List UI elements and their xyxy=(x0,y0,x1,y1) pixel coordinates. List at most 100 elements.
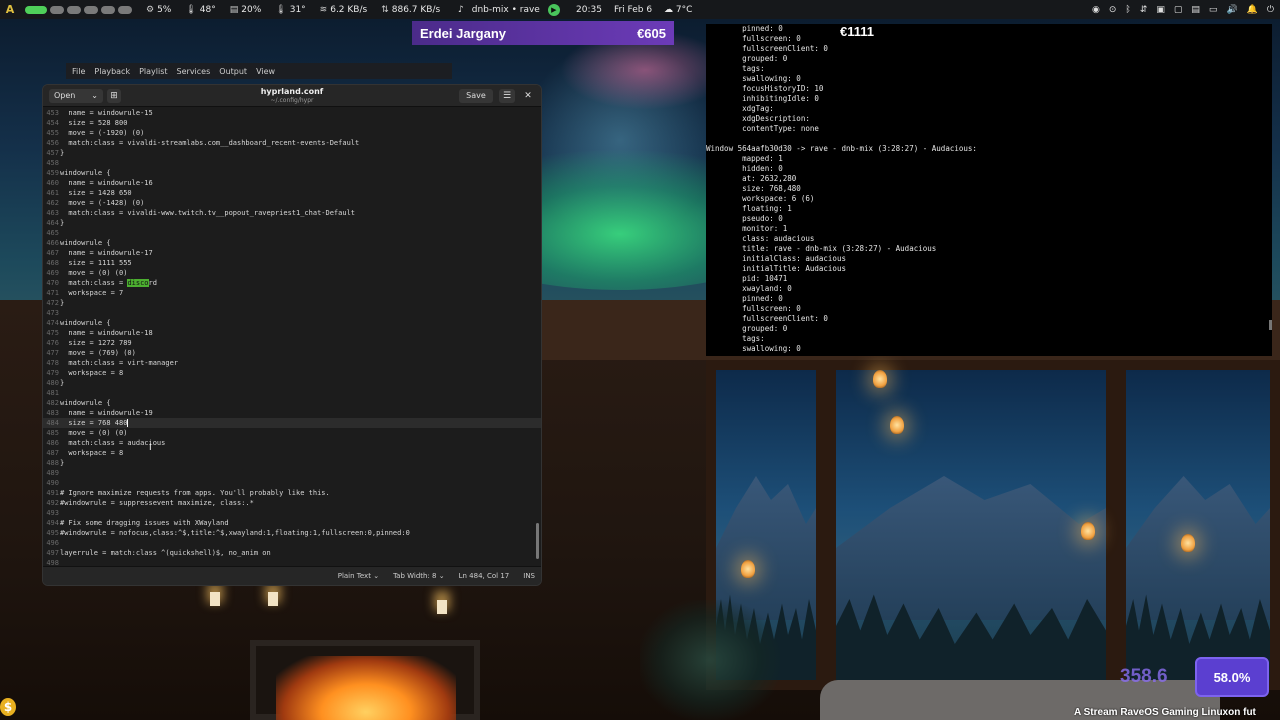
line-text-part: name = windowrule-17 xyxy=(60,249,153,257)
terminal-output: pinned: 0 fullscreen: 0 fullscreenClient… xyxy=(706,24,1272,354)
code-line[interactable]: 487 workspace = 8 xyxy=(43,448,541,458)
tray-steam-icon[interactable]: ⊙ xyxy=(1109,5,1117,15)
code-line[interactable]: 473 xyxy=(43,308,541,318)
line-number: 483 xyxy=(46,409,59,417)
code-line[interactable]: 498 xyxy=(43,558,541,566)
line-text: workspace = 8 xyxy=(59,368,123,378)
code-line[interactable]: 494 # Fix some dragging issues with XWayl… xyxy=(43,518,541,528)
tray-network-icon[interactable]: ⇵ xyxy=(1140,5,1148,15)
menu-output[interactable]: Output xyxy=(219,67,247,76)
code-line[interactable]: 470 match:class = discord xyxy=(43,278,541,288)
tray-display-icon[interactable]: ▭ xyxy=(1209,5,1218,15)
workspace-indicator[interactable] xyxy=(50,5,64,14)
editor-scrollbar[interactable] xyxy=(536,523,539,559)
code-line[interactable]: 495 #windowrule = nofocus,class:^$,title:… xyxy=(43,528,541,538)
line-text xyxy=(59,538,60,548)
syntax-selector[interactable]: Plain Text ⌄ xyxy=(338,572,379,580)
code-view[interactable]: 453 name = windowrule-15 454 size = 528 8… xyxy=(43,108,541,566)
code-line[interactable]: 491 # Ignore maximize requests from apps.… xyxy=(43,488,541,498)
code-line[interactable]: 463 match:class = vivaldi-www.twitch.tv_… xyxy=(43,208,541,218)
tray-volume-icon[interactable]: 🔊 xyxy=(1226,5,1237,15)
code-line[interactable]: 476 size = 1272 789 xyxy=(43,338,541,348)
code-line[interactable]: 469 move = (0) (0) xyxy=(43,268,541,278)
new-tab-button[interactable]: ⊞ xyxy=(107,88,121,103)
save-button[interactable]: Save xyxy=(459,89,493,103)
code-line[interactable]: 453 name = windowrule-15 xyxy=(43,108,541,118)
media-title[interactable]: dnb-mix • rave xyxy=(472,5,540,15)
terminal-window[interactable]: pinned: 0 fullscreen: 0 fullscreenClient… xyxy=(706,24,1272,356)
terminal-scrollbar[interactable] xyxy=(1269,320,1272,330)
close-button[interactable]: ✕ xyxy=(521,89,535,103)
code-line[interactable]: 485 move = (0) (0) xyxy=(43,428,541,438)
arch-logo-icon[interactable]: A xyxy=(3,3,17,17)
menu-services[interactable]: Services xyxy=(177,67,211,76)
code-line[interactable]: 481 xyxy=(43,388,541,398)
hamburger-menu-button[interactable]: ☰ xyxy=(499,89,515,103)
menu-playlist[interactable]: Playlist xyxy=(139,67,167,76)
line-text: } xyxy=(59,218,64,228)
tray-screenshot-icon[interactable]: ▢ xyxy=(1174,5,1183,15)
code-line[interactable]: 457} xyxy=(43,148,541,158)
clock-widget[interactable]: 20:35 Fri Feb 6 ☁ 7°C xyxy=(576,0,692,19)
code-line[interactable]: 456 match:class = vivaldi-streamlabs.com… xyxy=(43,138,541,148)
code-line[interactable]: 488} xyxy=(43,458,541,468)
workspace-indicator[interactable] xyxy=(118,5,132,14)
workspace-indicator-active[interactable] xyxy=(25,5,47,14)
code-line[interactable]: 482 windowrule { xyxy=(43,398,541,408)
wallpaper-lamp xyxy=(873,370,887,388)
open-button[interactable]: Open ⌄ xyxy=(49,88,103,103)
code-line[interactable]: 493 xyxy=(43,508,541,518)
code-line[interactable]: 468 size = 1111 555 xyxy=(43,258,541,268)
code-line[interactable]: 489 xyxy=(43,468,541,478)
code-line[interactable]: 465 xyxy=(43,228,541,238)
code-line[interactable]: 459 windowrule { xyxy=(43,168,541,178)
code-line[interactable]: 461 size = 1428 650 xyxy=(43,188,541,198)
play-pause-button[interactable]: ▶ xyxy=(547,3,560,16)
tab-width-selector[interactable]: Tab Width: 8 ⌄ xyxy=(393,572,445,580)
code-line[interactable]: 458 xyxy=(43,158,541,168)
code-line[interactable]: 477 move = (769) (0) xyxy=(43,348,541,358)
workspace-indicator[interactable] xyxy=(84,5,98,14)
code-line[interactable]: 480} xyxy=(43,378,541,388)
code-line[interactable]: 455 move = (-1920) (0) xyxy=(43,128,541,138)
line-text-part: } xyxy=(60,149,65,157)
media-widget[interactable]: ♪ dnb-mix • rave ▶ xyxy=(458,0,560,19)
code-line[interactable]: 492 #windowrule = suppressevent maximize,… xyxy=(43,498,541,508)
code-line[interactable]: 490 xyxy=(43,478,541,488)
code-line[interactable]: 497 layerrule = match:class ^(quickshell)… xyxy=(43,548,541,558)
menu-playback[interactable]: Playback xyxy=(94,67,130,76)
tray-bluetooth-icon[interactable]: ᛒ xyxy=(1125,5,1130,15)
prev-track-icon[interactable]: ♪ xyxy=(458,5,464,15)
code-line[interactable]: 464} xyxy=(43,218,541,228)
code-line[interactable]: 471 workspace = 7 xyxy=(43,288,541,298)
code-line[interactable]: 466 windowrule { xyxy=(43,238,541,248)
code-line[interactable]: 478 match:class = virt-manager xyxy=(43,358,541,368)
code-line[interactable]: 484 size = 768 480 xyxy=(43,418,541,428)
code-line[interactable]: 474 windowrule { xyxy=(43,318,541,328)
code-line[interactable]: 496 xyxy=(43,538,541,548)
code-line[interactable]: 486 match:class = audacious xyxy=(43,438,541,448)
workspace-indicator[interactable] xyxy=(67,5,81,14)
code-line[interactable]: 472} xyxy=(43,298,541,308)
tray-clipboard-icon[interactable]: ▤ xyxy=(1191,5,1200,15)
line-text: match:class = vivaldi-www.twitch.tv__pop… xyxy=(59,208,355,218)
terminal-line: size: 768,480 xyxy=(706,184,801,193)
code-line[interactable]: 483 name = windowrule-19 xyxy=(43,408,541,418)
code-line[interactable]: 460 name = windowrule-16 xyxy=(43,178,541,188)
tray-discord-icon[interactable]: ◉ xyxy=(1092,5,1100,15)
cursor-position[interactable]: Ln 484, Col 17 xyxy=(459,572,510,580)
code-line[interactable]: 475 name = windowrule-18 xyxy=(43,328,541,338)
terminal-line: class: audacious xyxy=(706,234,815,243)
code-line[interactable]: 454 size = 528 800 xyxy=(43,118,541,128)
code-line[interactable]: 462 move = (-1428) (0) xyxy=(43,198,541,208)
menu-view[interactable]: View xyxy=(256,67,275,76)
workspace-indicator[interactable] xyxy=(101,5,115,14)
line-text: size = 1111 555 xyxy=(59,258,131,268)
new-tab-icon: ⊞ xyxy=(110,90,118,101)
code-line[interactable]: 479 workspace = 8 xyxy=(43,368,541,378)
code-line[interactable]: 467 name = windowrule-17 xyxy=(43,248,541,258)
tray-window-icon[interactable]: ▣ xyxy=(1156,5,1165,15)
tray-notifications-icon[interactable]: 🔔 xyxy=(1247,5,1258,15)
menu-file[interactable]: File xyxy=(72,67,85,76)
tray-power-icon[interactable]: ⏻ xyxy=(1267,5,1274,15)
